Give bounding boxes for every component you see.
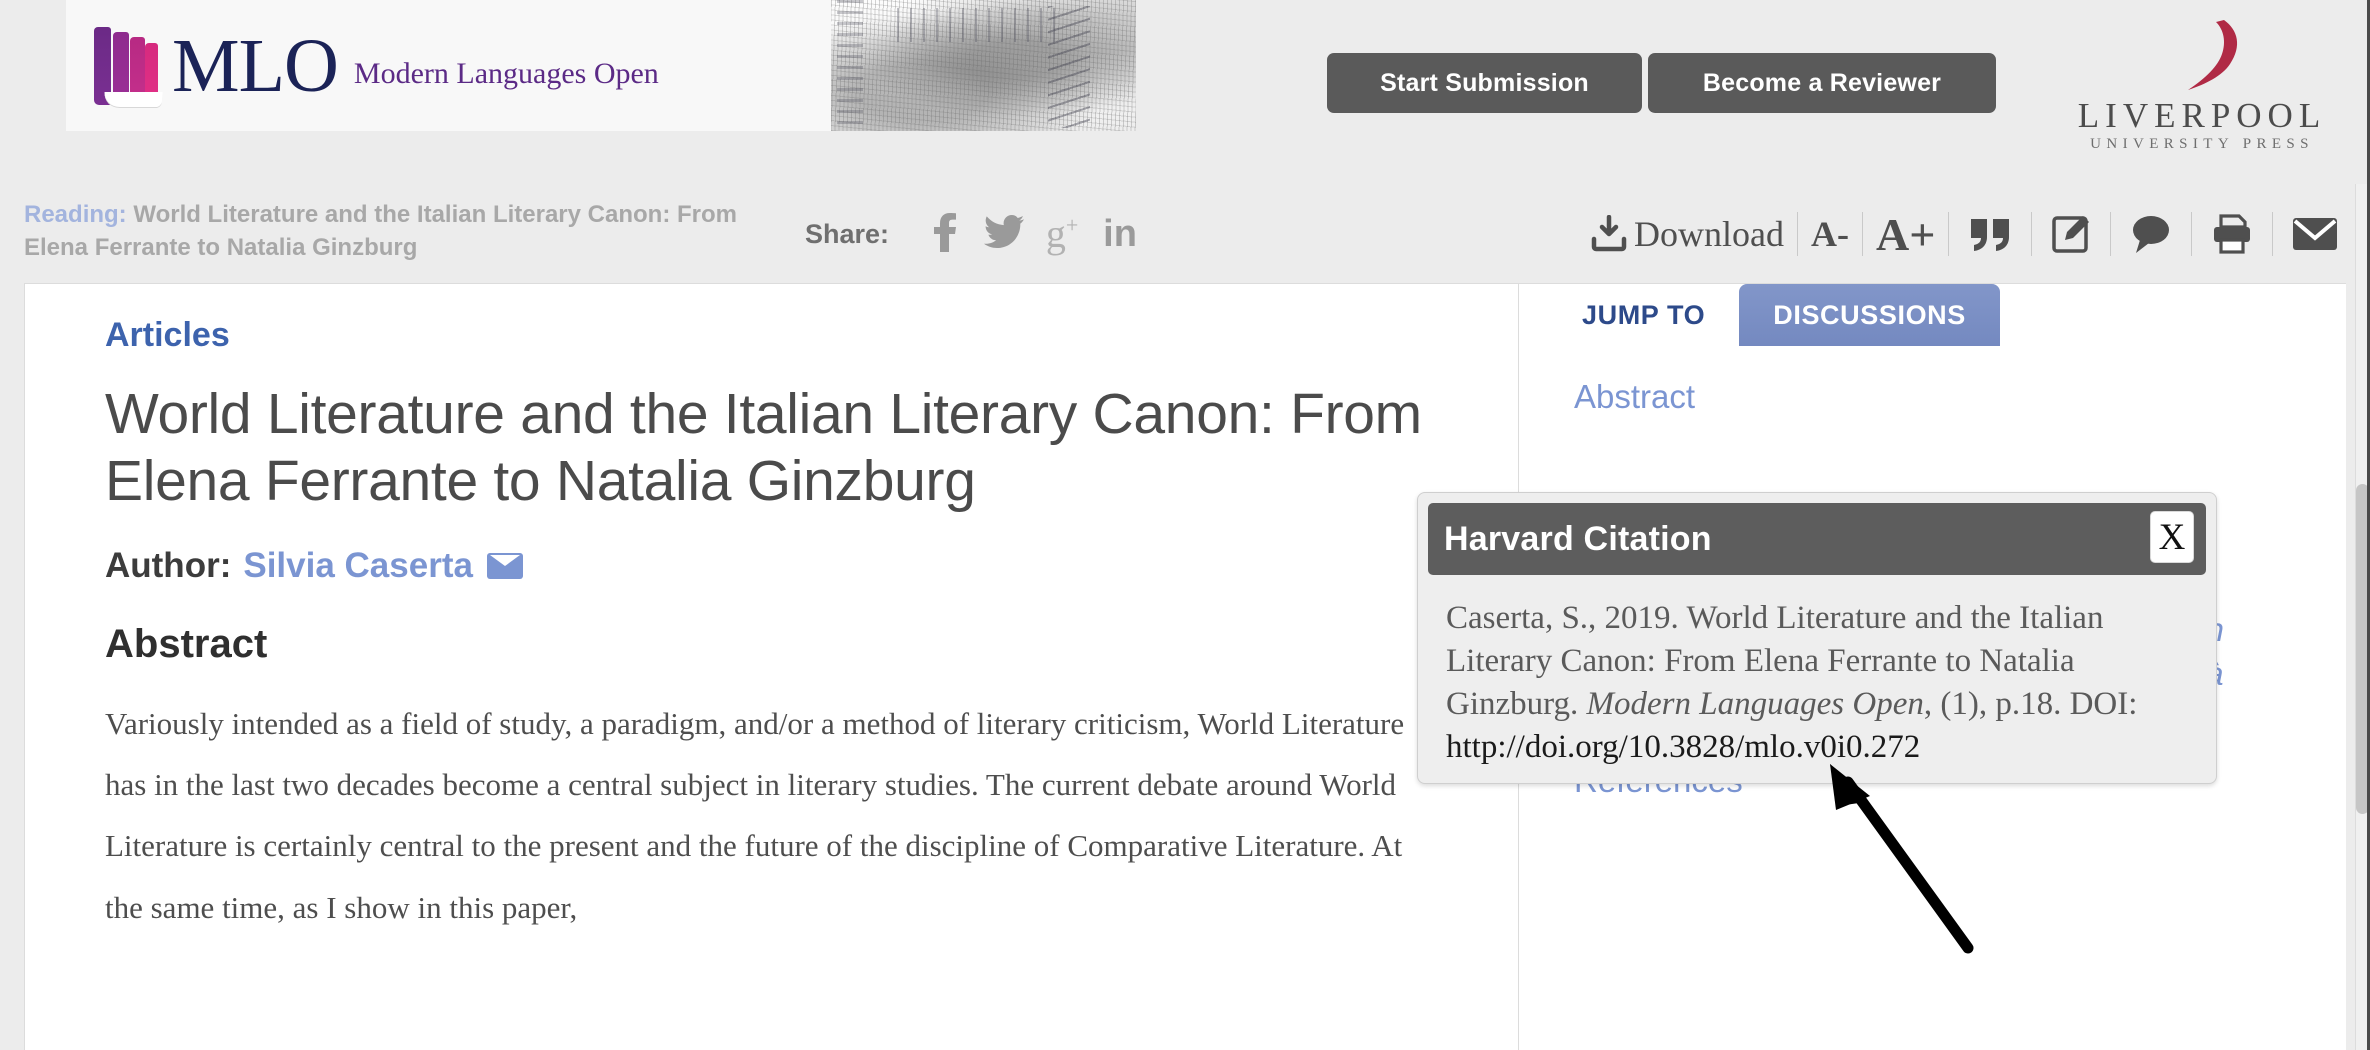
author-name-link[interactable]: Silvia Caserta	[243, 546, 473, 586]
quote-icon	[1971, 219, 2010, 251]
download-icon	[1591, 215, 1627, 252]
page-title: World Literature and the Italian Literar…	[105, 382, 1422, 514]
toolbar-divider	[1948, 212, 1950, 256]
brand-panel: MLO Modern Languages Open	[66, 0, 1136, 131]
toolbar-divider	[1796, 212, 1798, 256]
lup-name: LIVERPOOL	[2077, 96, 2327, 135]
font-decrease-button[interactable]: A-	[1811, 213, 1849, 255]
abstract-heading: Abstract	[105, 621, 268, 666]
author-label: Author:	[105, 545, 232, 585]
email-icon	[2293, 218, 2338, 250]
lup-subtitle: UNIVERSITY PRESS	[2090, 136, 2314, 152]
citation-text-2: , (1), p.18. DOI:	[1923, 685, 2138, 722]
toolbar-divider	[2272, 212, 2274, 256]
tab-jump-to[interactable]: JUMP TO	[1548, 284, 1740, 346]
comment-button[interactable]	[2124, 214, 2178, 254]
citation-journal-name: Modern Languages Open	[1586, 685, 1924, 722]
abstract-body: Variously intended as a field of study, …	[105, 705, 1405, 925]
sidebar-tabs: JUMP TO DISCUSSIONS	[1548, 284, 2000, 346]
citation-popup-title: Harvard Citation	[1444, 519, 1712, 558]
toolbar-divider	[2191, 212, 2193, 256]
site-header: MLO Modern Languages Open Start Submissi…	[0, 0, 2370, 184]
toolbar-divider	[2110, 212, 2112, 256]
mlo-acronym: MLO	[172, 24, 339, 109]
engraving-illustration	[831, 0, 1136, 131]
tab-discussions[interactable]: DISCUSSIONS	[1739, 284, 2000, 346]
reading-title: World Literature and the Italian Literar…	[24, 201, 737, 262]
reading-breadcrumb: Reading: World Literature and the Italia…	[24, 198, 784, 264]
start-submission-button[interactable]: Start Submission	[1327, 53, 1642, 113]
linkedin-icon[interactable]: in	[1091, 215, 1149, 253]
toolbar-divider	[2031, 212, 2033, 256]
close-icon[interactable]: X	[2150, 511, 2194, 563]
email-button[interactable]	[2286, 216, 2344, 252]
citation-doi-link[interactable]: http://doi.org/10.3828/mlo.v0i0.272	[1446, 729, 1920, 765]
liverpool-university-press-logo[interactable]: LIVERPOOL UNIVERSITY PRESS	[2062, 14, 2342, 152]
download-button[interactable]: Download	[1590, 213, 1784, 255]
toolbar-divider	[1861, 212, 1863, 256]
section-kicker[interactable]: Articles	[105, 316, 1479, 355]
font-increase-button[interactable]: A+	[1876, 208, 1935, 261]
citation-popup-body: Caserta, S., 2019. World Literature and …	[1428, 575, 2206, 769]
article-column: Articles World Literature and the Italia…	[25, 284, 1519, 1050]
share-block: Share: g+ in	[805, 212, 1149, 256]
print-button[interactable]	[2205, 214, 2259, 254]
page-root: MLO Modern Languages Open Start Submissi…	[0, 0, 2370, 1050]
book-stack-icon	[94, 26, 164, 108]
share-label: Share:	[805, 218, 890, 249]
harvard-citation-popup: Harvard Citation X Caserta, S., 2019. Wo…	[1417, 492, 2217, 784]
author-email-icon[interactable]	[486, 552, 523, 579]
facebook-icon[interactable]	[917, 212, 975, 256]
googleplus-icon[interactable]: g+	[1033, 214, 1091, 254]
citation-quote-button[interactable]	[1962, 215, 2018, 253]
reading-label: Reading:	[24, 201, 127, 228]
edit-icon	[2052, 216, 2090, 253]
lup-swoosh-icon	[2188, 20, 2238, 90]
become-reviewer-button[interactable]: Become a Reviewer	[1648, 53, 1996, 113]
sidebar-link-abstract[interactable]: Abstract	[1574, 375, 1695, 419]
mlo-full-name: Modern Languages Open	[353, 57, 659, 90]
mlo-logo[interactable]: MLO Modern Languages Open	[94, 18, 674, 116]
edit-button[interactable]	[2045, 214, 2097, 254]
article-toolbar: Reading: World Literature and the Italia…	[0, 184, 2370, 283]
print-icon	[2214, 214, 2251, 254]
twitter-icon[interactable]	[975, 215, 1033, 253]
citation-popup-header: Harvard Citation X	[1428, 503, 2206, 575]
download-label: Download	[1634, 214, 1784, 254]
article-tools: Download A- A+	[1590, 200, 2370, 268]
author-row: Author: Silvia Caserta	[105, 546, 1479, 586]
comment-icon	[2133, 216, 2170, 253]
